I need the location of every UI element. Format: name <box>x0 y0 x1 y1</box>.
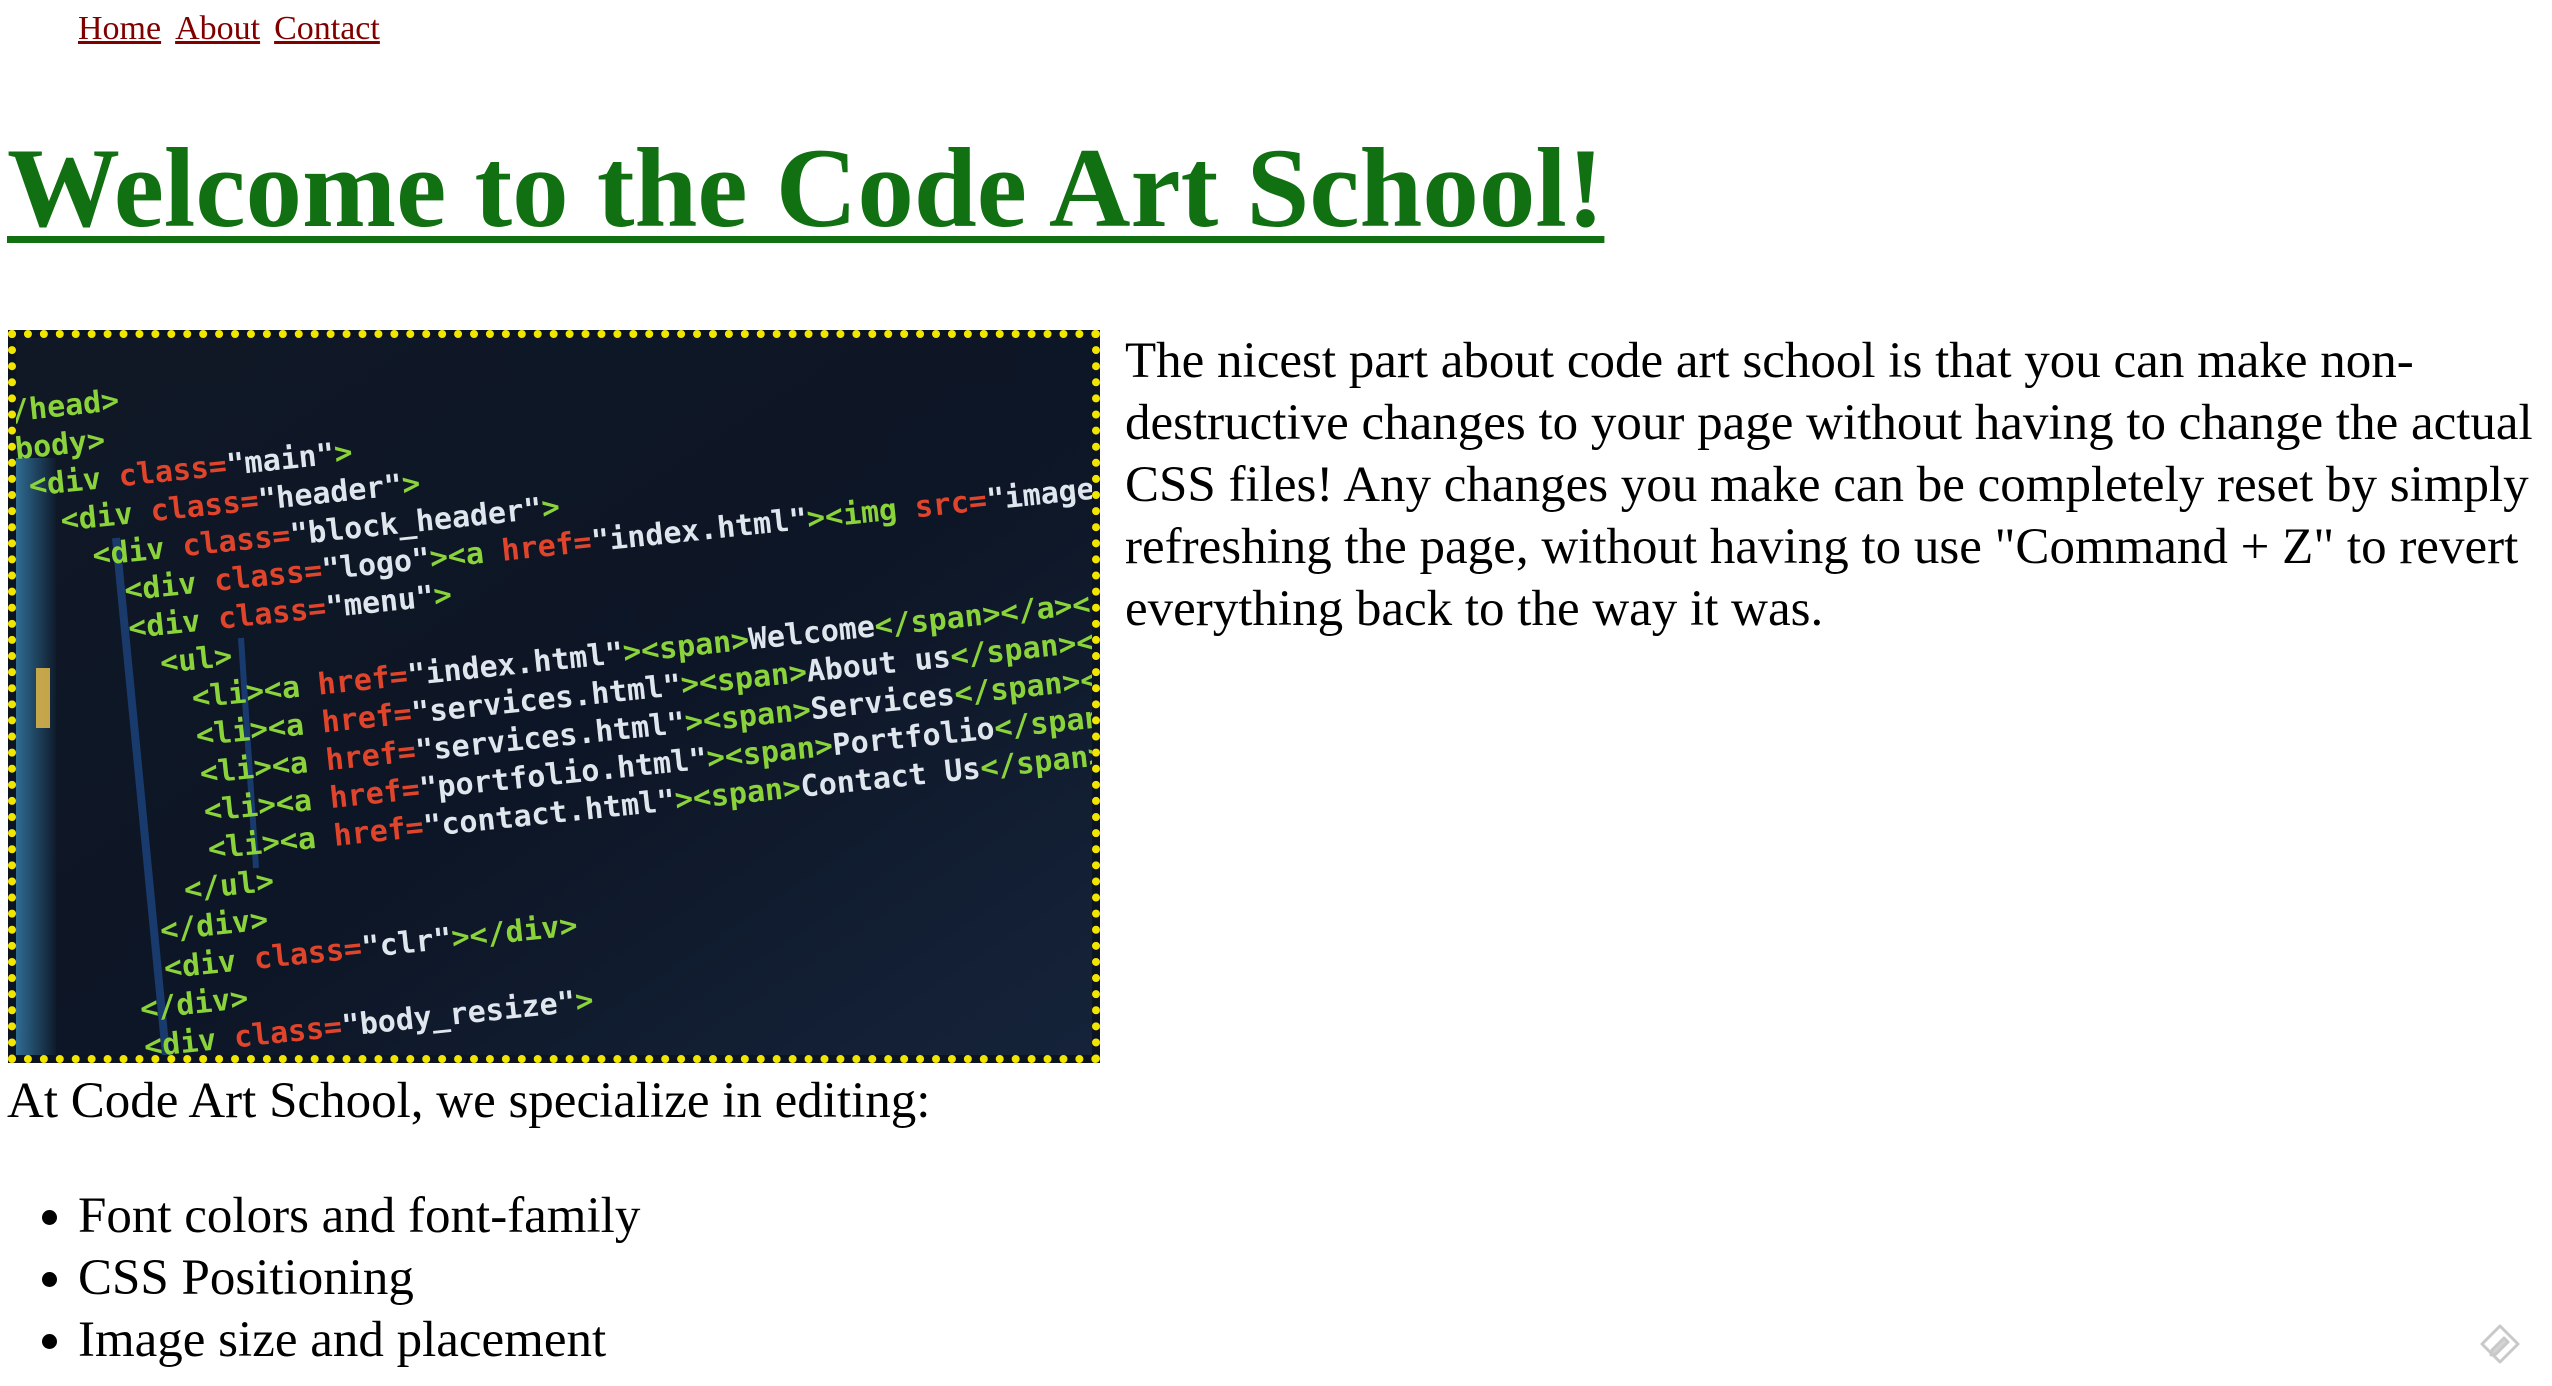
nav-link-home[interactable]: Home <box>78 10 161 47</box>
page-title: Welcome to the Code Art School! <box>7 126 1605 251</box>
nav-item-contact: Contact <box>274 10 380 48</box>
nav-item-home: Home <box>78 10 161 48</box>
top-nav: Home About Contact <box>0 10 380 48</box>
nav-item-about: About <box>175 10 260 48</box>
features-list: Font colors and font-family CSS Position… <box>0 1185 640 1371</box>
list-item: Image size and placement <box>78 1309 640 1371</box>
list-item: CSS Positioning <box>78 1247 640 1309</box>
intro-paragraph: The nicest part about code art school is… <box>1125 333 2533 637</box>
list-item: Font colors and font-family <box>78 1185 640 1247</box>
nav-link-contact[interactable]: Contact <box>274 10 380 47</box>
edit-pencil-icon[interactable] <box>2478 1322 2522 1366</box>
code-screenshot-image: </head><body><div class="main"><div clas… <box>16 338 1092 1055</box>
nav-link-about[interactable]: About <box>175 10 260 47</box>
hero-image: </head> <body> <div class="main"> <div clas… <box>8 330 1100 1063</box>
specialize-heading: At Code Art School, we specialize in edi… <box>7 1073 931 1129</box>
